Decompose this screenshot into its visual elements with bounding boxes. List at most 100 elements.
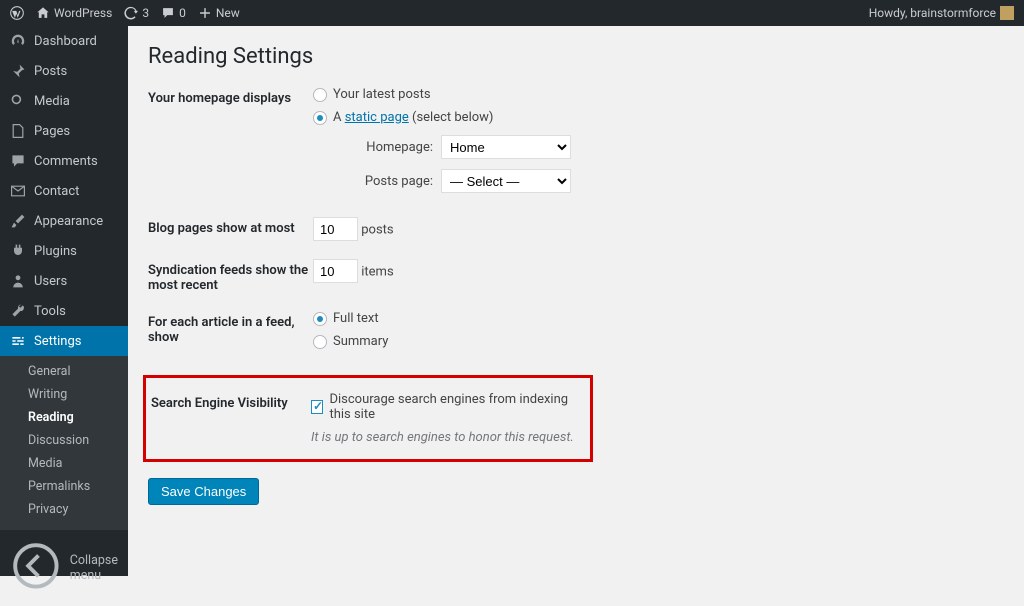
- label-feed: For each article in a feed, show: [148, 311, 313, 345]
- collapse-icon: [10, 540, 62, 596]
- row-feed-content: For each article in a feed, show Full te…: [148, 311, 1004, 357]
- row-syndication: Syndication feeds show the most recent i…: [148, 259, 1004, 293]
- submenu-discussion[interactable]: Discussion: [0, 429, 128, 452]
- mail-icon: [10, 183, 26, 199]
- settings-submenu: General Writing Reading Discussion Media…: [0, 356, 128, 529]
- pin-icon: [10, 63, 26, 79]
- submenu-permalinks[interactable]: Permalinks: [0, 475, 128, 498]
- wp-logo[interactable]: [10, 6, 24, 20]
- comments-link[interactable]: 0: [161, 6, 186, 20]
- wordpress-icon: [10, 6, 24, 20]
- collapse-label: Collapse menu: [70, 553, 118, 583]
- highlight-visibility: Search Engine Visibility Discourage sear…: [143, 375, 593, 462]
- comments-count: 0: [179, 6, 186, 20]
- menu-label: Pages: [34, 124, 70, 139]
- blog-pages-input[interactable]: [313, 217, 358, 241]
- page-icon: [10, 123, 26, 139]
- postspage-sublabel: Posts page:: [353, 174, 433, 189]
- menu-plugins[interactable]: Plugins: [0, 236, 128, 266]
- discourage-row[interactable]: Discourage search engines from indexing …: [311, 392, 580, 422]
- discourage-checkbox[interactable]: [311, 400, 323, 414]
- plus-icon: [198, 6, 212, 20]
- new-link[interactable]: New: [198, 6, 240, 20]
- label-visibility: Search Engine Visibility: [146, 392, 311, 411]
- comment-icon: [10, 153, 26, 169]
- submenu-privacy[interactable]: Privacy: [0, 498, 128, 521]
- opt-static-label: A static page (select below): [333, 110, 493, 125]
- full-text-label: Full text: [333, 311, 379, 326]
- menu-pages[interactable]: Pages: [0, 116, 128, 146]
- sliders-icon: [10, 333, 26, 349]
- radio-full[interactable]: [313, 312, 327, 326]
- save-button[interactable]: Save Changes: [148, 478, 259, 505]
- visibility-desc: It is up to search engines to honor this…: [311, 430, 580, 445]
- new-label: New: [216, 6, 240, 20]
- row-blog-pages: Blog pages show at most posts: [148, 217, 1004, 241]
- radio-latest[interactable]: [313, 88, 327, 102]
- postspage-select[interactable]: — Select —: [441, 169, 571, 193]
- menu-label: Comments: [34, 154, 98, 169]
- account-link[interactable]: Howdy, brainstormforce: [869, 6, 1014, 20]
- opt-full-text[interactable]: Full text: [313, 311, 1004, 326]
- howdy-text: Howdy, brainstormforce: [869, 6, 996, 20]
- plug-icon: [10, 243, 26, 259]
- discourage-label: Discourage search engines from indexing …: [329, 392, 580, 422]
- homepage-select[interactable]: Home: [441, 135, 571, 159]
- radio-summary[interactable]: [313, 335, 327, 349]
- avatar: [1000, 6, 1014, 20]
- menu-label: Media: [34, 94, 70, 109]
- menu-media[interactable]: Media: [0, 86, 128, 116]
- updates-link[interactable]: 3: [124, 6, 149, 20]
- opt-static-page[interactable]: A static page (select below): [313, 110, 1004, 125]
- submenu-writing[interactable]: Writing: [0, 383, 128, 406]
- opt-latest-posts[interactable]: Your latest posts: [313, 87, 1004, 102]
- menu-settings[interactable]: Settings: [0, 326, 128, 356]
- submenu-reading[interactable]: Reading: [0, 406, 128, 429]
- media-icon: [10, 93, 26, 109]
- submenu-media[interactable]: Media: [0, 452, 128, 475]
- syndication-input[interactable]: [313, 259, 358, 283]
- menu-label: Contact: [34, 184, 79, 199]
- content-area: Reading Settings Your homepage displays …: [128, 26, 1024, 576]
- updates-count: 3: [142, 6, 149, 20]
- brush-icon: [10, 213, 26, 229]
- menu-posts[interactable]: Posts: [0, 56, 128, 86]
- row-postspage-select: Posts page: — Select —: [353, 169, 1004, 193]
- menu-tools[interactable]: Tools: [0, 296, 128, 326]
- menu-comments[interactable]: Comments: [0, 146, 128, 176]
- dashboard-icon: [10, 33, 26, 49]
- menu-label: Posts: [34, 64, 67, 79]
- blog-pages-unit: posts: [361, 223, 393, 238]
- admin-sidebar: Dashboard Posts Media Pages Comments Con…: [0, 26, 128, 576]
- summary-label: Summary: [333, 334, 388, 349]
- wrench-icon: [10, 303, 26, 319]
- menu-users[interactable]: Users: [0, 266, 128, 296]
- menu-label: Tools: [34, 304, 66, 319]
- row-homepage-select: Homepage: Home: [353, 135, 1004, 159]
- menu-label: Appearance: [34, 214, 103, 229]
- syndication-unit: items: [361, 265, 393, 280]
- menu-label: Dashboard: [34, 34, 97, 49]
- opt-summary[interactable]: Summary: [313, 334, 1004, 349]
- menu-contact[interactable]: Contact: [0, 176, 128, 206]
- menu-appearance[interactable]: Appearance: [0, 206, 128, 236]
- homepage-sublabel: Homepage:: [353, 140, 433, 155]
- label-homepage: Your homepage displays: [148, 87, 313, 106]
- comment-icon: [161, 6, 175, 20]
- site-name-link[interactable]: WordPress: [36, 6, 112, 20]
- submenu-general[interactable]: General: [0, 360, 128, 383]
- menu-label: Plugins: [34, 244, 77, 259]
- radio-static[interactable]: [313, 111, 327, 125]
- update-icon: [124, 6, 138, 20]
- menu-label: Settings: [34, 334, 81, 349]
- menu-label: Users: [34, 274, 67, 289]
- site-name: WordPress: [54, 6, 112, 20]
- menu-dashboard[interactable]: Dashboard: [0, 26, 128, 56]
- admin-bar: WordPress 3 0 New Howdy, brainstormforce: [0, 0, 1024, 26]
- label-syndication: Syndication feeds show the most recent: [148, 259, 313, 293]
- row-homepage-displays: Your homepage displays Your latest posts…: [148, 87, 1004, 199]
- static-page-link[interactable]: static page: [345, 110, 409, 125]
- opt-latest-label: Your latest posts: [333, 87, 431, 102]
- collapse-menu[interactable]: Collapse menu: [0, 529, 128, 606]
- page-title: Reading Settings: [148, 44, 1004, 69]
